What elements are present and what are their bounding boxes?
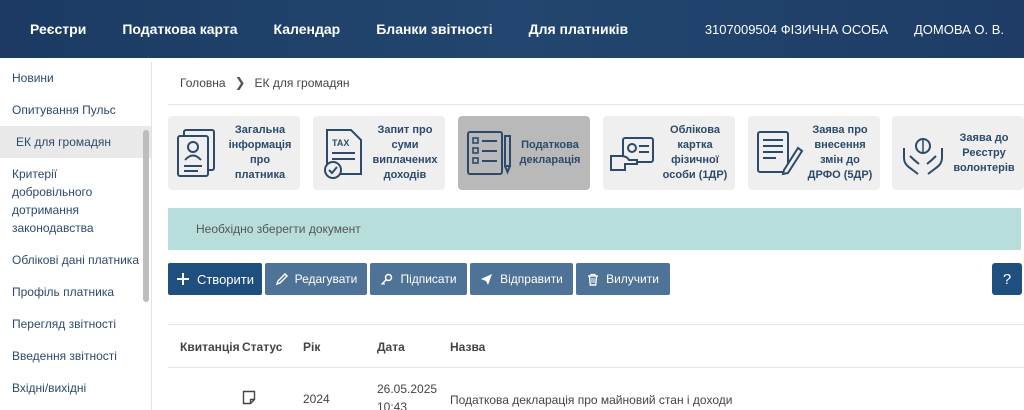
breadcrumb-current: ЕК для громадян [254, 76, 350, 90]
row-time: 10:43 [377, 400, 408, 410]
send-button-label: Відправити [500, 272, 563, 286]
card-label: Запит про суми виплачених доходів [372, 124, 438, 181]
card-general-info[interactable]: Загальна інформація про платника [168, 116, 300, 190]
svg-text:TAX: TAX [332, 138, 349, 148]
breadcrumb: Головна ❯ ЕК для громадян [180, 75, 349, 91]
nav-calendar[interactable]: Календар [274, 21, 341, 37]
pencil-icon [275, 272, 288, 285]
nav-registries[interactable]: Реєстри [30, 21, 86, 37]
row-date: 26.05.2025 [377, 382, 438, 396]
table-row[interactable]: 2024 26.05.2025 10:43 Податкова декларац… [168, 369, 1024, 410]
sidebar-item-view-reports[interactable]: Перегляд звітності [0, 308, 151, 340]
delete-button[interactable]: Вилучити [576, 263, 670, 295]
column-header-date[interactable]: Дата [377, 325, 405, 369]
delete-button-label: Вилучити [606, 272, 659, 286]
form-edit-icon [757, 131, 804, 176]
main-menu: Реєстри Податкова карта Календар Бланки … [0, 0, 664, 58]
sidebar-item-ek-citizens[interactable]: ЕК для громадян [0, 126, 151, 158]
sign-button-label: Підписати [400, 272, 457, 286]
main-content: Головна ❯ ЕК для громадян Загальна інфор… [168, 62, 1024, 410]
card-label: Заява до Реєстру волонтерів [953, 131, 1015, 174]
notice-banner: Необхідно зберегти документ [168, 208, 1021, 250]
chevron-right-icon: ❯ [234, 75, 246, 90]
column-header-name[interactable]: Назва [450, 325, 485, 369]
send-button[interactable]: Відправити [470, 263, 573, 295]
card-tax-declaration[interactable]: Податкова декларація [458, 116, 590, 190]
create-button[interactable]: Створити [168, 263, 262, 295]
profile-document-icon [177, 129, 215, 177]
sidebar-item-taxpayer-profile[interactable]: Профіль платника [0, 276, 151, 308]
column-header-status[interactable]: Статус [242, 325, 282, 369]
sidebar-item-compliance-criteria[interactable]: Критерії добровільного дотримання законо… [0, 158, 151, 244]
taxpayer-id[interactable]: 3107009504 ФІЗИЧНА ОСОБА [705, 22, 888, 37]
table-header: Квитанція Статус Рік Дата Назва [168, 324, 1024, 368]
card-income-request[interactable]: TAX Запит про суми виплачених доходів [313, 116, 445, 190]
column-header-receipt[interactable]: Квитанція [180, 325, 240, 369]
help-button[interactable]: ? [992, 263, 1022, 295]
tax-document-icon: TAX [324, 129, 362, 179]
card-label: Загальна інформація про платника [228, 124, 292, 181]
card-label: Облікова картка фізичної особи (1ДР) [662, 124, 728, 181]
trash-icon [588, 273, 599, 286]
toolbar: Створити Редагувати Підписати Відправити [168, 263, 1024, 296]
sidebar-item-inbox-outbox[interactable]: Вхідні/вихідні [0, 372, 151, 404]
top-navigation-bar: Реєстри Податкова карта Календар Бланки … [0, 0, 1024, 58]
divider [168, 104, 1024, 105]
edit-button[interactable]: Редагувати [265, 263, 367, 295]
key-icon [381, 273, 393, 285]
volunteer-hands-icon [903, 138, 943, 175]
id-card-hand-icon [610, 137, 654, 171]
breadcrumb-home[interactable]: Головна [180, 76, 226, 90]
sidebar-item-enter-reports[interactable]: Введення звітності [0, 340, 151, 372]
sidebar-item-news[interactable]: Новини [0, 62, 151, 94]
card-registration-card[interactable]: Облікова картка фізичної особи (1ДР) [603, 116, 735, 190]
checklist-icon [467, 131, 511, 175]
sidebar: Новини Опитування Пульс ЕК для громадян … [0, 62, 152, 410]
row-year: 2024 [303, 392, 330, 406]
card-drfo-change[interactable]: Заява про внесення змін до ДРФО (5ДР) [748, 116, 880, 190]
sidebar-scrollbar[interactable] [143, 130, 149, 302]
user-name[interactable]: ДОМОВА О. В. [914, 22, 1004, 37]
row-document-name[interactable]: Податкова декларація про майновий стан і… [450, 393, 732, 407]
nav-tax-map[interactable]: Податкова карта [122, 21, 237, 37]
nav-report-forms[interactable]: Бланки звітності [376, 21, 492, 37]
card-label: Заява про внесення змін до ДРФО (5ДР) [807, 124, 873, 181]
card-volunteer-registry[interactable]: Заява до Реєстру волонтерів [892, 116, 1024, 190]
column-header-year[interactable]: Рік [303, 325, 320, 369]
create-button-label: Створити [196, 271, 255, 287]
nav-for-taxpayers[interactable]: Для платників [529, 21, 628, 37]
account-info: 3107009504 ФІЗИЧНА ОСОБА ДОМОВА О. В. [679, 0, 1004, 58]
note-icon[interactable] [242, 390, 256, 405]
send-icon [481, 273, 493, 285]
card-label: Податкова декларація [519, 139, 581, 166]
plus-icon [176, 273, 189, 285]
edit-button-label: Редагувати [294, 272, 358, 286]
service-cards: Загальна інформація про платника TAX Зап… [168, 116, 1024, 190]
sidebar-item-taxpayer-data[interactable]: Облікові дані платника [0, 244, 151, 276]
sidebar-item-pulse-survey[interactable]: Опитування Пульс [0, 94, 151, 126]
sign-button[interactable]: Підписати [370, 263, 467, 295]
